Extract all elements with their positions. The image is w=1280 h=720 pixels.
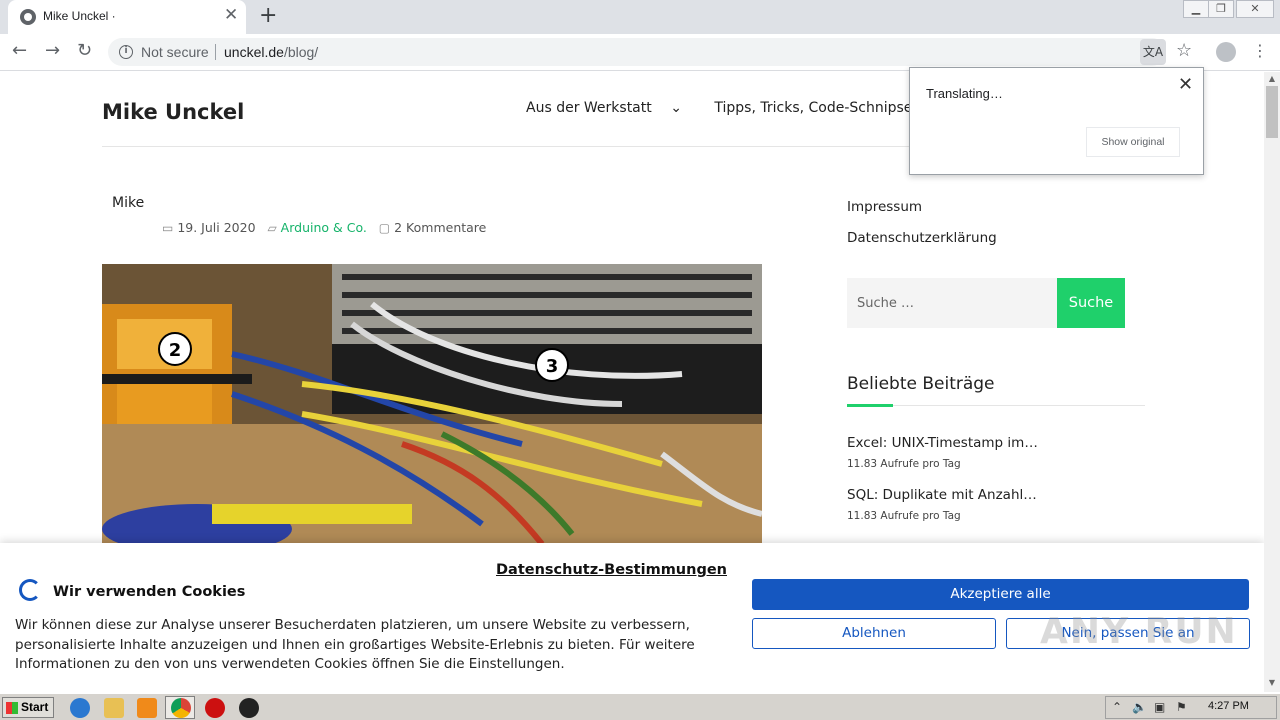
- close-window-icon[interactable]: ✕: [1236, 0, 1274, 18]
- scroll-up-icon[interactable]: ▲: [1264, 72, 1280, 86]
- decline-button[interactable]: Ablehnen: [752, 618, 996, 649]
- widget-accent-bar: [847, 404, 893, 407]
- browser-tab[interactable]: Mike Unckel · ✕: [8, 0, 246, 34]
- show-original-button[interactable]: Show original: [1086, 127, 1180, 157]
- accept-all-button[interactable]: Akzeptiere alle: [752, 579, 1249, 610]
- taskbar: Start ⌃ 🔈 ▣ ⚑ 4:27 PM: [0, 693, 1280, 720]
- site-title[interactable]: Mike Unckel: [102, 100, 244, 124]
- browser-toolbar: ← → ↻ i Not secure unckel.de/blog/ 文A ☆ …: [0, 34, 1280, 71]
- ie-icon[interactable]: [70, 698, 90, 718]
- url-divider: [215, 44, 216, 60]
- translate-icon[interactable]: 文A: [1140, 39, 1166, 65]
- folder-icon: ▱: [267, 221, 277, 235]
- chevron-down-icon: ⌄: [670, 100, 682, 116]
- start-button[interactable]: Start: [2, 697, 54, 718]
- forward-icon[interactable]: →: [45, 40, 60, 61]
- post-comments[interactable]: 2 Kommentare: [394, 220, 486, 235]
- post-featured-image[interactable]: 2 3: [102, 264, 762, 544]
- security-status: Not secure: [141, 44, 209, 60]
- close-tab-icon[interactable]: ✕: [224, 7, 238, 24]
- main-nav: Aus der Werkstatt ⌄ Tipps, Tricks, Code-…: [526, 100, 975, 116]
- watermark: ANY RUN: [1040, 611, 1238, 652]
- popular-posts-title: Beliebte Beiträge: [847, 374, 995, 394]
- post-date[interactable]: 19. Juli 2020: [177, 220, 255, 235]
- restore-icon[interactable]: ❐: [1208, 0, 1234, 18]
- tray-expand-icon[interactable]: ⌃: [1112, 700, 1122, 714]
- media-player-icon[interactable]: [137, 698, 157, 718]
- sidebar-link-impressum[interactable]: Impressum: [847, 199, 922, 215]
- network-icon[interactable]: ▣: [1154, 700, 1165, 714]
- kebab-menu-icon[interactable]: ⋮: [1252, 42, 1268, 60]
- volume-icon[interactable]: 🔈: [1132, 700, 1147, 714]
- bookmark-star-icon[interactable]: ☆: [1176, 40, 1192, 61]
- sidebar-link-datenschutz[interactable]: Datenschutzerklärung: [847, 230, 997, 246]
- translate-popup: Translating… ✕ Show original: [909, 67, 1204, 175]
- scroll-down-icon[interactable]: ▼: [1264, 676, 1280, 690]
- search-button[interactable]: Suche: [1057, 278, 1125, 328]
- address-bar[interactable]: i Not secure unckel.de/blog/: [108, 38, 1166, 66]
- image-label-3: 3: [546, 356, 559, 377]
- globe-icon: [20, 9, 36, 25]
- page-scrollbar[interactable]: ▲ ▼: [1264, 72, 1280, 692]
- image-label-2: 2: [169, 340, 182, 361]
- info-icon[interactable]: i: [119, 45, 133, 59]
- folder-icon[interactable]: [104, 698, 124, 718]
- minimize-icon[interactable]: ▁: [1183, 0, 1209, 18]
- nav-item-werkstatt[interactable]: Aus der Werkstatt ⌄: [526, 100, 696, 116]
- popular-post-views: 11.83 Aufrufe pro Tag: [847, 510, 961, 522]
- comment-icon: ▢: [378, 221, 391, 235]
- privacy-policy-link[interactable]: Datenschutz-Bestimmungen: [496, 562, 727, 578]
- scroll-thumb[interactable]: [1266, 86, 1278, 138]
- popular-post-views: 11.83 Aufrufe pro Tag: [847, 458, 961, 470]
- post-meta: ▭ 19. Juli 2020 ▱ Arduino & Co. ▢ 2 Komm…: [162, 220, 486, 235]
- post-author[interactable]: Mike: [112, 195, 144, 211]
- tab-strip: Mike Unckel · ✕ + ▁ ❐ ✕: [0, 0, 1280, 34]
- cookie-description: Wir können diese zur Analyse unserer Bes…: [15, 617, 695, 672]
- back-icon[interactable]: ←: [12, 40, 27, 61]
- system-tray: ⌃ 🔈 ▣ ⚑: [1105, 696, 1277, 719]
- post-category[interactable]: Arduino & Co.: [281, 220, 367, 235]
- url-text[interactable]: unckel.de/blog/: [224, 44, 318, 60]
- calendar-icon: ▭: [162, 221, 174, 235]
- cookie-title: Wir verwenden Cookies: [53, 584, 246, 600]
- chrome-icon: [171, 698, 191, 718]
- cookie-logo-icon: [19, 579, 41, 601]
- close-icon[interactable]: ✕: [1178, 74, 1193, 95]
- tab-title: Mike Unckel ·: [43, 9, 116, 23]
- reload-icon[interactable]: ↻: [77, 40, 92, 61]
- popular-post-link[interactable]: SQL: Duplikate mit Anzahl…: [847, 487, 1037, 503]
- popular-post-link[interactable]: Excel: UNIX-Timestamp im…: [847, 435, 1038, 451]
- profile-icon[interactable]: [1216, 42, 1236, 62]
- new-tab-icon[interactable]: +: [259, 4, 277, 28]
- clock[interactable]: 4:27 PM: [1208, 700, 1249, 712]
- search-placeholder: Suche …: [857, 296, 915, 311]
- cookie-banner: Wir verwenden Cookies Datenschutz-Bestim…: [0, 543, 1264, 692]
- flag-icon[interactable]: ⚑: [1176, 700, 1187, 714]
- windows-logo-icon: [6, 702, 18, 714]
- app-icon[interactable]: [239, 698, 259, 718]
- opera-icon[interactable]: [205, 698, 225, 718]
- translate-status: Translating…: [926, 86, 1003, 101]
